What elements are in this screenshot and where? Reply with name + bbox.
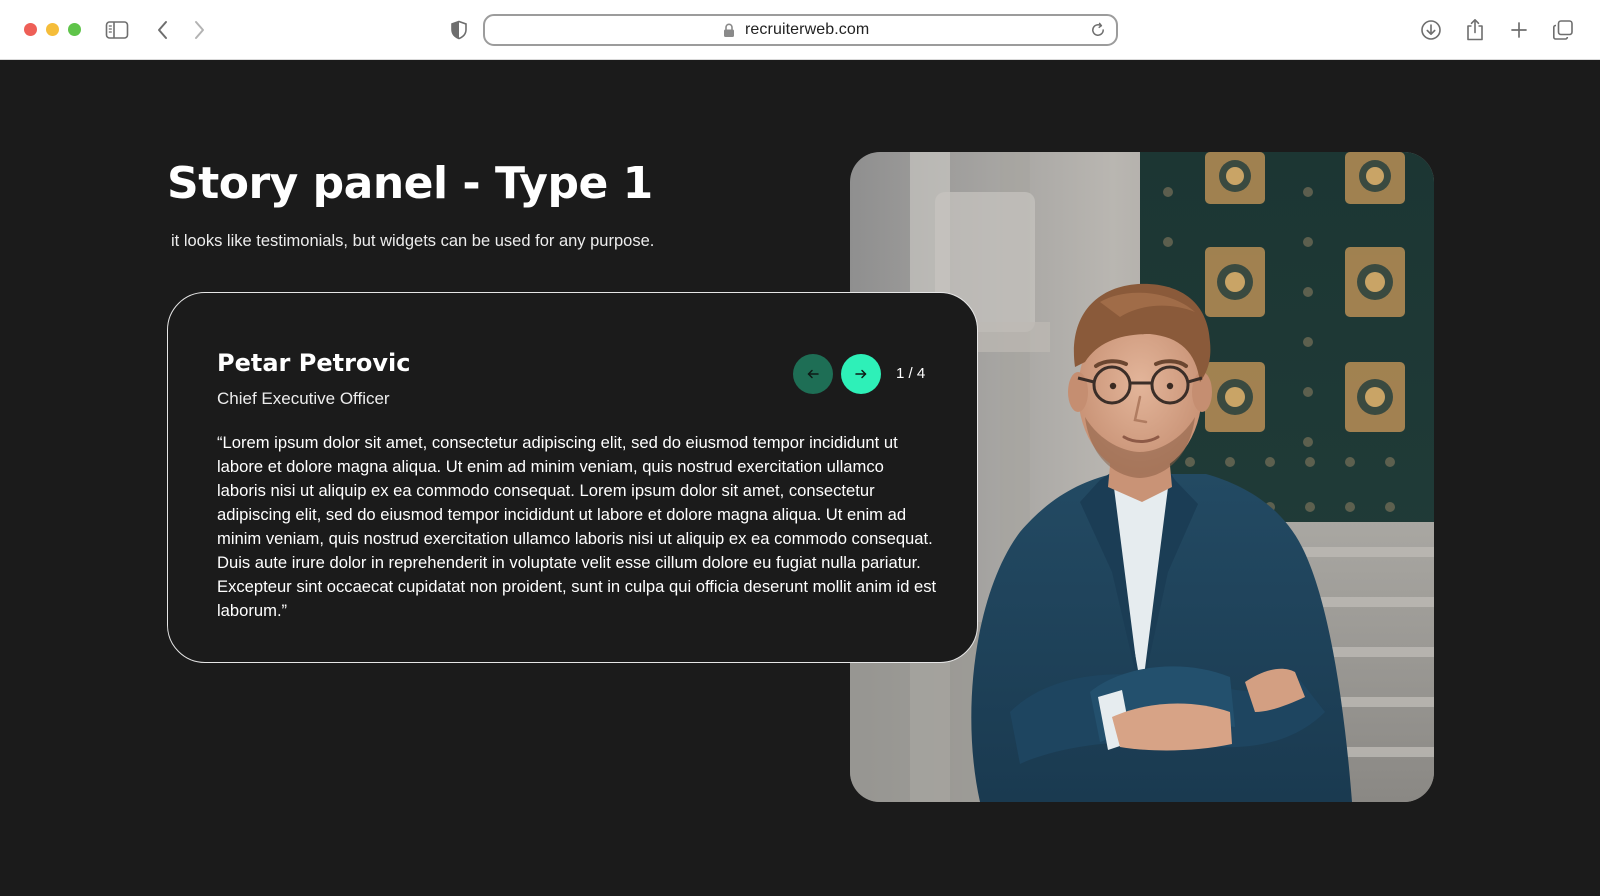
- sidebar-icon[interactable]: [104, 17, 130, 43]
- page-title: Story panel - Type 1: [167, 158, 653, 209]
- arrow-left-icon: [807, 367, 819, 382]
- zoom-window-button[interactable]: [68, 23, 81, 36]
- new-tab-icon[interactable]: [1506, 17, 1532, 43]
- address-bar[interactable]: recruiterweb.com: [483, 14, 1118, 46]
- forward-icon[interactable]: [186, 17, 212, 43]
- shield-icon[interactable]: [446, 17, 472, 43]
- close-window-button[interactable]: [24, 23, 37, 36]
- previous-button[interactable]: [793, 354, 833, 394]
- next-button[interactable]: [841, 354, 881, 394]
- person-role: Chief Executive Officer: [217, 389, 390, 408]
- person-name: Petar Petrovic: [217, 349, 411, 377]
- arrow-right-icon: [855, 367, 867, 382]
- page-subtitle: it looks like testimonials, but widgets …: [171, 232, 655, 250]
- testimonial-quote: “Lorem ipsum dolor sit amet, consectetur…: [217, 433, 937, 620]
- url-text: recruiterweb.com: [745, 21, 870, 38]
- reload-icon[interactable]: [1090, 22, 1106, 43]
- lock-icon: [723, 23, 735, 43]
- page-indicator: 1 / 4: [896, 365, 926, 382]
- download-icon[interactable]: [1418, 17, 1444, 43]
- back-icon[interactable]: [150, 17, 176, 43]
- tabs-icon[interactable]: [1550, 17, 1576, 43]
- share-icon[interactable]: [1462, 17, 1488, 43]
- browser-toolbar: recruiterweb.com: [0, 0, 1600, 60]
- testimonial-card: Petar Petrovic Chief Executive Officer 1…: [167, 292, 978, 663]
- minimize-window-button[interactable]: [46, 23, 59, 36]
